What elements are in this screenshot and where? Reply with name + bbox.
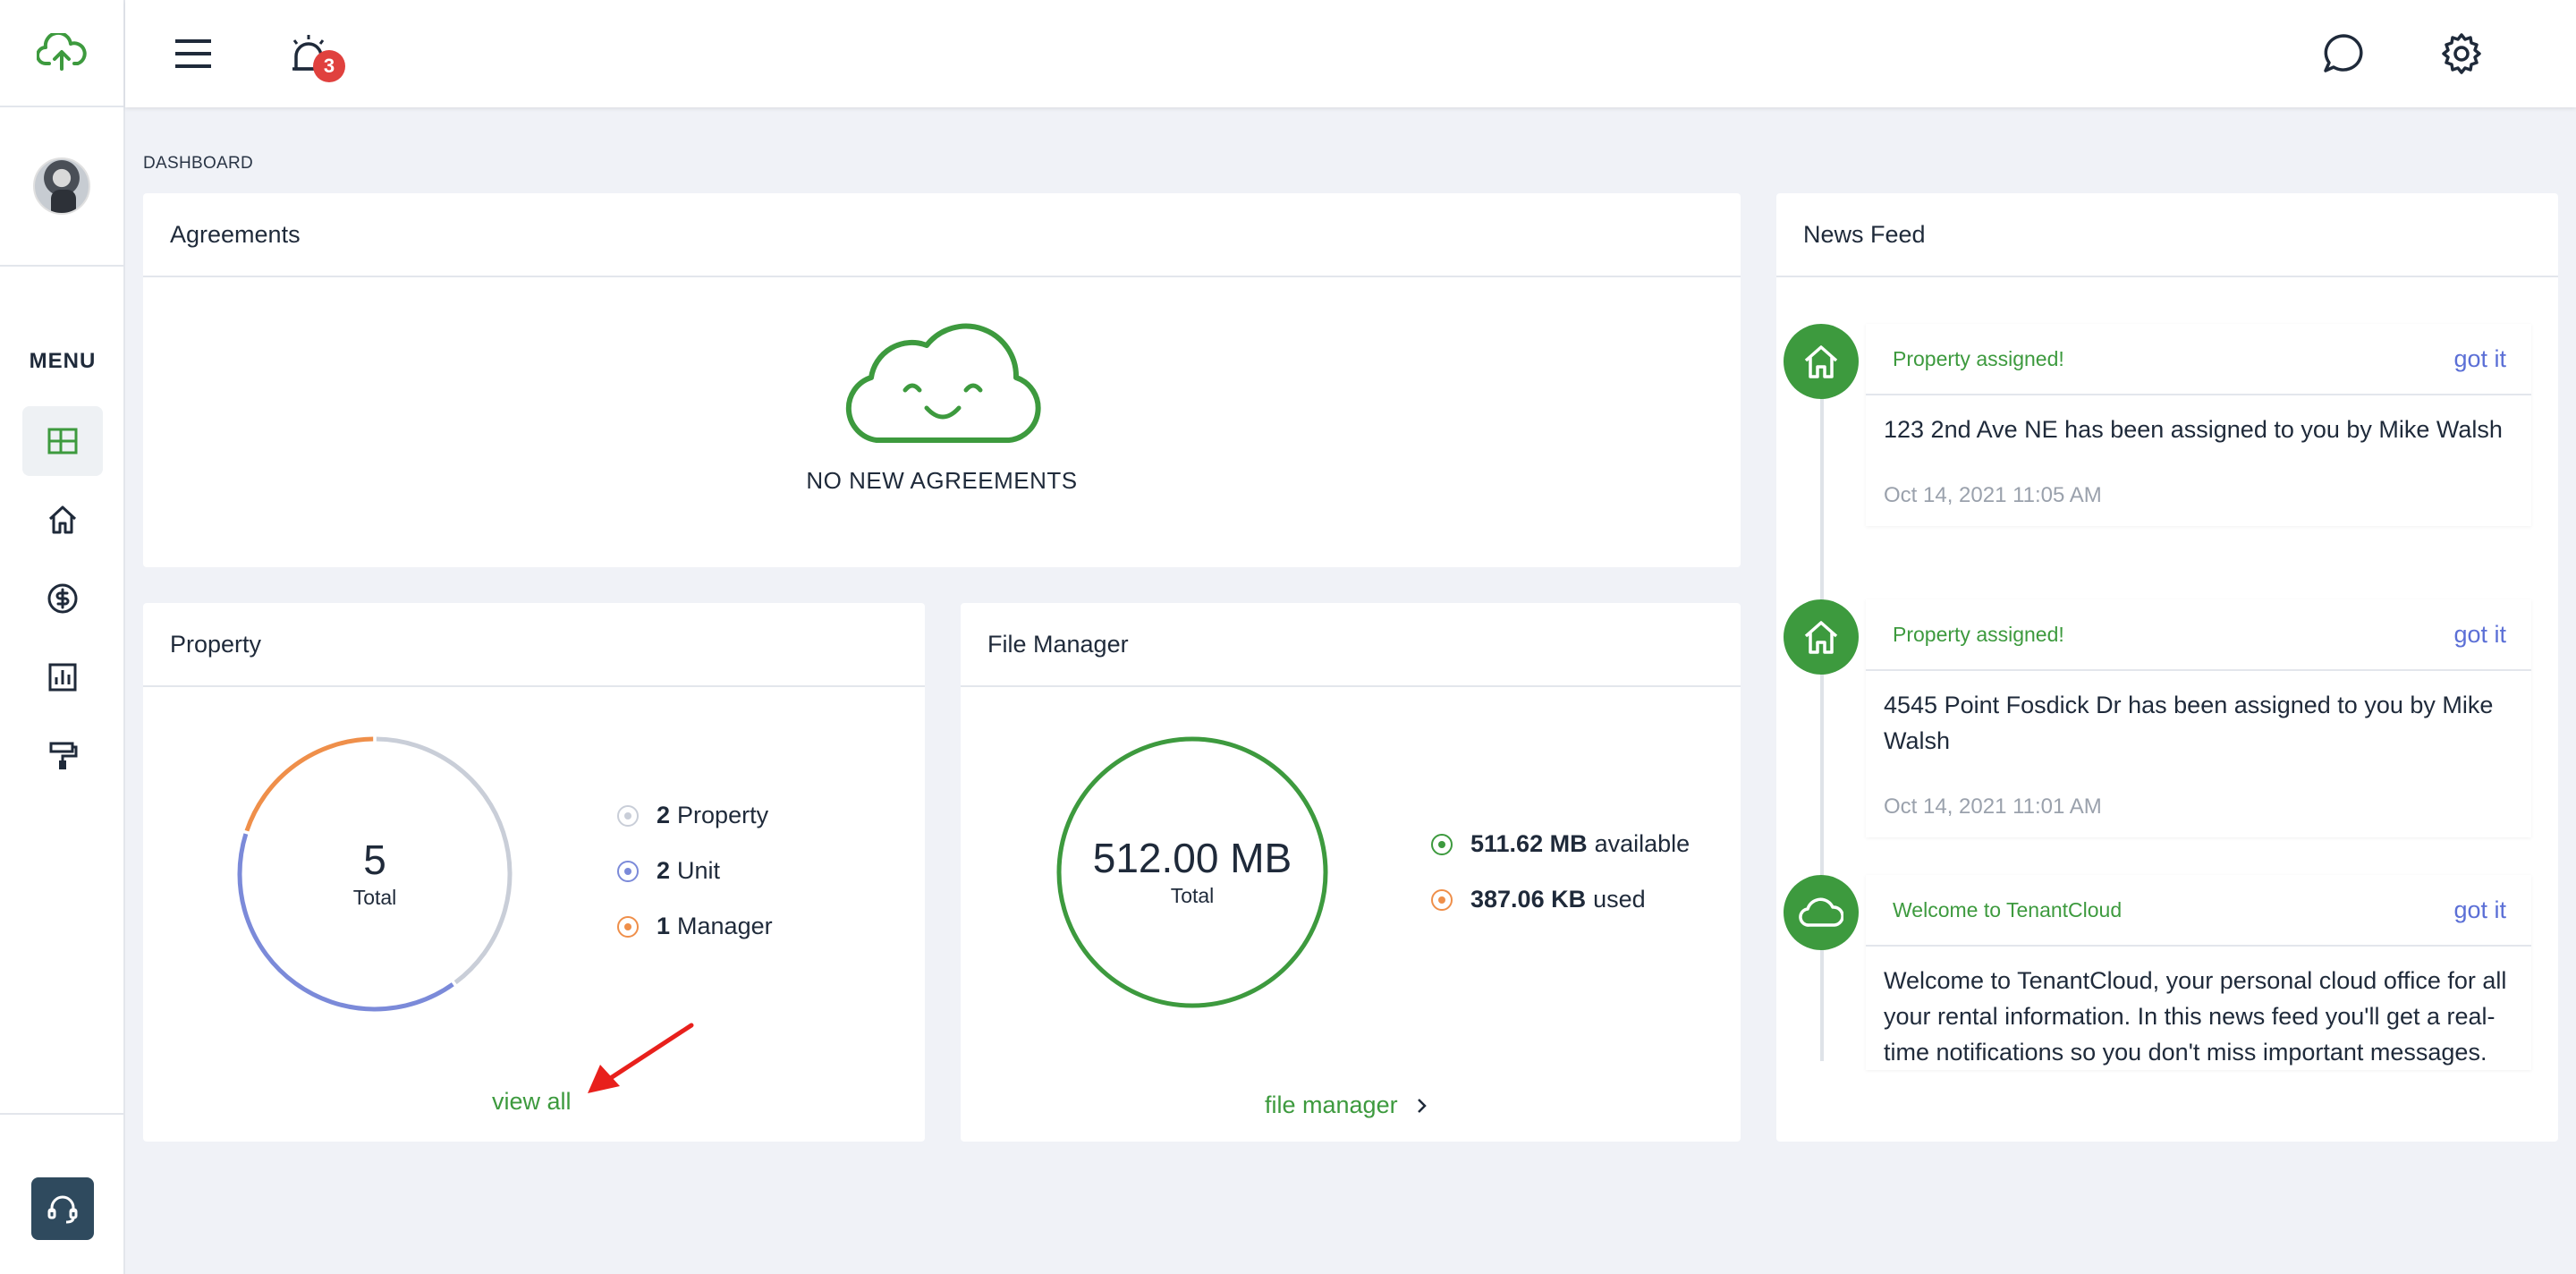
dashboard-icon [47, 428, 78, 454]
legend-manager: 1 Manager [617, 913, 773, 940]
news-item-header: Property assigned! got it [1866, 324, 2531, 395]
available-label: available [1594, 830, 1690, 857]
storage-total: 512.00 MB Total [1054, 734, 1331, 1011]
legend-dot-property [617, 804, 639, 827]
home-icon [1804, 621, 1838, 654]
avatar[interactable] [33, 157, 90, 215]
used-label: used [1593, 886, 1646, 913]
property-total: 5 Total [234, 734, 515, 1015]
got-it-button[interactable]: got it [2453, 345, 2506, 373]
sidebar-item-payments[interactable] [22, 564, 103, 633]
legend-dot-manager [617, 915, 639, 938]
storage-ring-chart: 512.00 MB Total [1054, 734, 1331, 1011]
property-donut-chart: 5 Total [234, 734, 515, 1015]
sidebar-item-reports[interactable] [22, 642, 103, 712]
paint-roller-icon [49, 742, 78, 769]
agreements-card: Agreements NO NEW AGREEMENTS [143, 193, 1741, 567]
news-item-date: Oct 14, 2021 11:05 AM [1884, 483, 2102, 507]
support-button[interactable] [31, 1177, 94, 1240]
news-item-box: Property assigned! got it 123 2nd Ave NE… [1866, 324, 2531, 526]
top-header: 3 [125, 0, 2576, 107]
dollar-icon [47, 583, 78, 614]
property-title: Property [143, 603, 925, 687]
no-agreements-text: NO NEW AGREEMENTS [806, 467, 1078, 494]
view-all-link[interactable]: view all [492, 1088, 572, 1116]
legend-count-manager: 1 [657, 913, 671, 939]
storage-total-label: Total [1170, 883, 1215, 907]
user-avatar-section [0, 107, 123, 267]
sidebar-item-maintenance[interactable] [22, 721, 103, 791]
smiling-cloud-icon [845, 323, 1041, 443]
messages-button[interactable] [2317, 27, 2370, 81]
news-item-icon [1784, 875, 1859, 950]
legend-dot-available [1431, 833, 1453, 855]
legend-used: 387.06 KB used [1431, 886, 1646, 913]
property-total-label: Total [352, 885, 397, 909]
legend-available: 511.62 MB available [1431, 830, 1690, 858]
news-item-title: Property assigned! [1893, 622, 2064, 646]
legend-count-property: 2 [657, 802, 671, 828]
notifications-button[interactable]: 3 [283, 27, 345, 82]
news-feed-card: News Feed Property assigned! got it 123 … [1776, 193, 2558, 1142]
file-manager-card: File Manager 512.00 MB Total 511.62 MB a… [961, 603, 1741, 1142]
available-value: 511.62 MB [1470, 830, 1588, 857]
file-manager-title: File Manager [961, 603, 1741, 687]
legend-count-unit: 2 [657, 857, 671, 884]
got-it-button[interactable]: got it [2453, 621, 2506, 649]
news-item-box: Welcome to TenantCloud got it Welcome to… [1866, 875, 2531, 1070]
file-manager-link[interactable]: file manager [1265, 1091, 1432, 1119]
sidebar-bottom [0, 1113, 125, 1274]
agreements-title: Agreements [143, 193, 1741, 277]
menu-toggle-button[interactable] [166, 27, 220, 81]
sidebar: MENU [0, 0, 125, 1274]
news-item-body: 4545 Point Fosdick Dr has been assigned … [1884, 692, 2494, 754]
property-total-value: 5 [363, 836, 386, 883]
news-item-title: Property assigned! [1893, 346, 2064, 370]
agreements-empty-state: NO NEW AGREEMENTS [143, 279, 1741, 567]
news-item-date: Oct 14, 2021 11:01 AM [1884, 794, 2102, 819]
hamburger-icon [175, 39, 211, 68]
cloud-icon [1799, 897, 1843, 927]
legend-label-property: Property [677, 802, 769, 828]
file-manager-link-label: file manager [1265, 1091, 1398, 1118]
home-icon [1804, 345, 1838, 378]
storage-total-value: 512.00 MB [1092, 834, 1292, 881]
news-item-icon [1784, 324, 1859, 399]
news-item-body: 123 2nd Ave NE has been assigned to you … [1884, 416, 2503, 443]
sidebar-item-dashboard[interactable] [22, 406, 103, 476]
menu-label: MENU [29, 349, 97, 373]
used-value: 387.06 KB [1470, 886, 1587, 913]
news-item-header: Property assigned! got it [1866, 599, 2531, 671]
notification-badge: 3 [313, 50, 345, 82]
breadcrumb[interactable]: DASHBOARD [143, 154, 253, 174]
gear-icon [2442, 33, 2481, 74]
legend-unit: 2 Unit [617, 857, 720, 885]
red-arrow-annotation [588, 1023, 694, 1093]
property-card: Property 5 Total 2 Property 2 Unit 1 Man… [143, 603, 925, 1142]
legend-dot-used [1431, 888, 1453, 911]
legend-dot-unit [617, 860, 639, 882]
news-feed-title: News Feed [1776, 193, 2558, 277]
headset-icon [47, 1195, 78, 1224]
bar-chart-icon [48, 663, 77, 692]
cloud-upload-icon [37, 33, 87, 71]
news-item-title: Welcome to TenantCloud [1893, 897, 2123, 922]
chat-bubble-icon [2324, 34, 2363, 72]
home-icon [48, 505, 77, 534]
app-logo[interactable] [0, 0, 123, 107]
news-item-box: Property assigned! got it 4545 Point Fos… [1866, 599, 2531, 837]
settings-button[interactable] [2435, 27, 2488, 81]
news-item-header: Welcome to TenantCloud got it [1866, 875, 2531, 947]
chevron-right-icon [1417, 1098, 1427, 1113]
sidebar-item-properties[interactable] [22, 485, 103, 555]
news-item-body: Welcome to TenantCloud, your personal cl… [1884, 967, 2507, 1066]
legend-property: 2 Property [617, 802, 768, 829]
legend-label-manager: Manager [677, 913, 773, 939]
news-item-icon [1784, 599, 1859, 675]
legend-label-unit: Unit [677, 857, 721, 884]
got-it-button[interactable]: got it [2453, 896, 2506, 924]
timeline-line [1820, 363, 1824, 1061]
